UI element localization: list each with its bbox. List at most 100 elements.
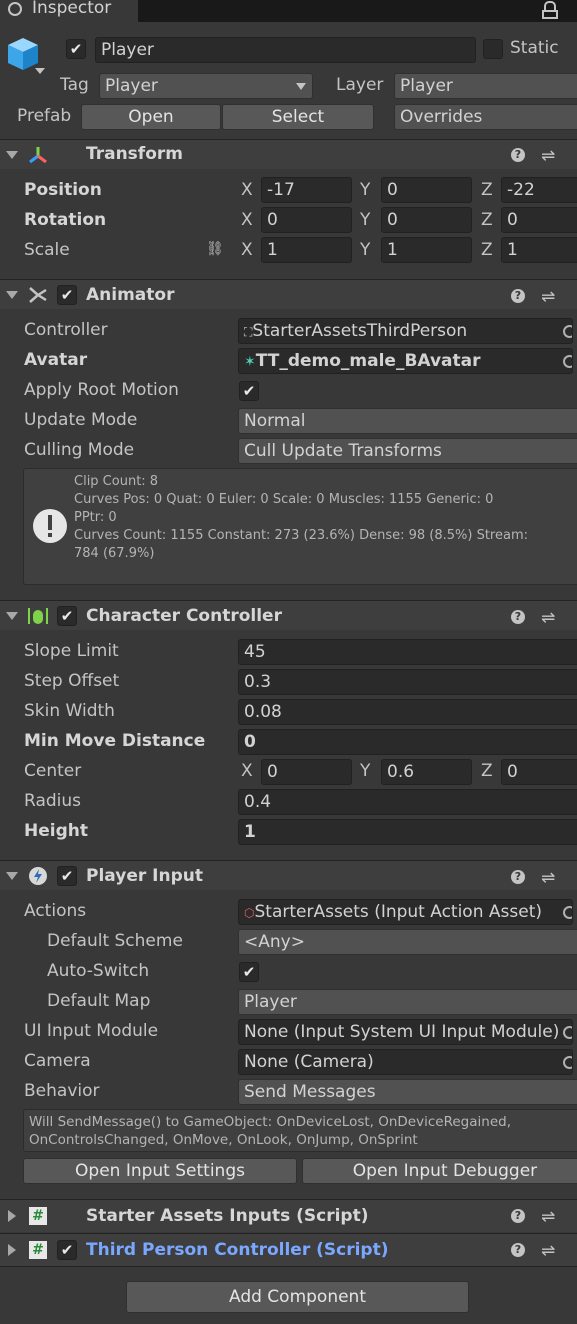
default-scheme-value: <Any> bbox=[244, 932, 305, 952]
center-y-field[interactable]: 0.6 bbox=[381, 759, 472, 785]
radius-field[interactable]: 0.4 bbox=[238, 789, 577, 815]
player-input-header[interactable]: ✔ Player Input ? ⇌ bbox=[0, 860, 577, 890]
prefab-open-button[interactable]: Open bbox=[81, 104, 221, 130]
position-x-axis: X bbox=[241, 180, 253, 200]
auto-switch-label: Auto-Switch bbox=[47, 961, 150, 981]
position-z-field[interactable]: -22 bbox=[501, 177, 577, 203]
position-y-field[interactable]: 0 bbox=[381, 177, 472, 203]
transform-axes-icon bbox=[29, 147, 47, 164]
help-icon[interactable]: ? bbox=[511, 610, 525, 624]
inspector-tab[interactable]: Inspector bbox=[0, 0, 139, 22]
add-component-button[interactable]: Add Component bbox=[126, 1281, 469, 1313]
animator-header[interactable]: ✔ Animator ? ⇌ bbox=[0, 279, 577, 309]
tag-dropdown[interactable]: Player bbox=[99, 73, 313, 99]
message-line: Will SendMessage() to GameObject: OnDevi… bbox=[29, 1114, 511, 1130]
culling-mode-dropdown[interactable]: Cull Update Transforms bbox=[238, 438, 577, 464]
slope-limit-field[interactable]: 45 bbox=[238, 639, 577, 665]
open-input-debugger-button[interactable]: Open Input Debugger bbox=[302, 1158, 577, 1184]
info-line: PPtr: 0 bbox=[74, 510, 117, 525]
settings-sliders-icon[interactable]: ⇌ bbox=[541, 287, 555, 307]
chevron-down-icon bbox=[296, 83, 306, 90]
behavior-dropdown[interactable]: Send Messages bbox=[238, 1079, 577, 1105]
foldout-arrow-icon[interactable] bbox=[8, 1244, 16, 1256]
foldout-arrow-icon[interactable] bbox=[6, 291, 18, 299]
scale-x-field[interactable]: 1 bbox=[261, 237, 352, 263]
prefab-label: Prefab bbox=[17, 106, 72, 126]
message-line: OnControlsChanged, OnMove, OnLook, OnJum… bbox=[29, 1132, 418, 1148]
constrain-proportions-icon[interactable]: ⛓ bbox=[206, 241, 224, 257]
avatar-field[interactable]: ✶TT_demo_male_BAvatar bbox=[238, 348, 573, 374]
min-move-distance-field[interactable]: 0 bbox=[238, 729, 577, 755]
third-person-controller-title: Third Person Controller (Script) bbox=[86, 1240, 389, 1260]
foldout-arrow-icon[interactable] bbox=[6, 872, 18, 880]
update-mode-dropdown[interactable]: Normal bbox=[238, 408, 577, 434]
camera-value: None (Camera) bbox=[244, 1052, 374, 1072]
foldout-arrow-icon[interactable] bbox=[6, 612, 18, 620]
prefab-select-button[interactable]: Select bbox=[222, 104, 374, 130]
help-icon[interactable]: ? bbox=[511, 1243, 525, 1257]
rotation-x-field[interactable]: 0 bbox=[261, 207, 352, 233]
transform-header[interactable]: Transform ? ⇌ bbox=[0, 139, 577, 169]
scale-z-field[interactable]: 1 bbox=[501, 237, 577, 263]
animator-info-box: Clip Count: 8 Curves Pos: 0 Quat: 0 Eule… bbox=[23, 468, 577, 585]
starter-assets-inputs-header[interactable]: # Starter Assets Inputs (Script) ? ⇌ bbox=[0, 1199, 577, 1232]
center-x-field[interactable]: 0 bbox=[261, 759, 352, 785]
object-picker-icon[interactable] bbox=[563, 1026, 572, 1039]
third-person-controller-enabled-checkbox[interactable]: ✔ bbox=[57, 1240, 77, 1260]
scale-label: Scale bbox=[24, 240, 70, 260]
actions-field[interactable]: ⬡StarterAssets (Input Action Asset) bbox=[238, 899, 573, 925]
character-controller-enabled-checkbox[interactable]: ✔ bbox=[57, 606, 77, 626]
default-map-value: Player bbox=[244, 992, 297, 1012]
min-move-distance-label: Min Move Distance bbox=[24, 731, 206, 751]
height-field[interactable]: 1 bbox=[238, 819, 577, 845]
object-picker-icon[interactable] bbox=[563, 325, 572, 338]
auto-switch-checkbox[interactable]: ✔ bbox=[239, 962, 259, 982]
static-checkbox[interactable] bbox=[483, 39, 503, 59]
third-person-controller-header[interactable]: # ✔ Third Person Controller (Script) ? ⇌ bbox=[0, 1233, 577, 1266]
help-icon[interactable]: ? bbox=[511, 1209, 525, 1223]
apply-root-motion-checkbox[interactable]: ✔ bbox=[239, 381, 259, 401]
help-icon[interactable]: ? bbox=[511, 289, 525, 303]
step-offset-field[interactable]: 0.3 bbox=[238, 669, 577, 695]
foldout-arrow-icon[interactable] bbox=[8, 1210, 16, 1222]
animator-title: Animator bbox=[86, 285, 175, 305]
object-name-field[interactable]: Player bbox=[95, 37, 476, 63]
position-x-field[interactable]: -17 bbox=[261, 177, 352, 203]
rotation-y-field[interactable]: 0 bbox=[381, 207, 472, 233]
scale-x-axis: X bbox=[241, 240, 253, 260]
position-z-axis: Z bbox=[481, 180, 493, 200]
tab-title: Inspector bbox=[32, 0, 112, 18]
player-input-enabled-checkbox[interactable]: ✔ bbox=[57, 866, 77, 886]
default-scheme-dropdown[interactable]: <Any> bbox=[238, 929, 577, 955]
object-picker-icon[interactable] bbox=[563, 355, 572, 368]
help-icon[interactable]: ? bbox=[511, 148, 525, 162]
icon-dropdown-caret[interactable] bbox=[35, 68, 45, 74]
prefab-overrides-dropdown[interactable]: Overrides bbox=[394, 104, 577, 130]
scale-y-field[interactable]: 1 bbox=[381, 237, 472, 263]
center-z-field[interactable]: 0 bbox=[501, 759, 577, 785]
settings-sliders-icon[interactable]: ⇌ bbox=[541, 608, 555, 628]
object-picker-icon[interactable] bbox=[563, 1056, 572, 1069]
center-x-axis: X bbox=[241, 761, 253, 781]
settings-sliders-icon[interactable]: ⇌ bbox=[541, 1241, 555, 1261]
object-picker-icon[interactable] bbox=[563, 906, 572, 919]
skin-width-field[interactable]: 0.08 bbox=[238, 699, 577, 725]
layer-dropdown[interactable]: Player bbox=[394, 73, 577, 99]
controller-field[interactable]: ⛶StarterAssetsThirdPerson bbox=[238, 318, 573, 344]
rotation-y-axis: Y bbox=[360, 210, 371, 230]
foldout-arrow-icon[interactable] bbox=[6, 151, 18, 159]
ui-input-module-field[interactable]: None (Input System UI Input Module) bbox=[238, 1019, 573, 1045]
character-controller-icon bbox=[28, 608, 48, 624]
character-controller-header[interactable]: ✔ Character Controller ? ⇌ bbox=[0, 600, 577, 630]
settings-sliders-icon[interactable]: ⇌ bbox=[541, 868, 555, 888]
camera-field[interactable]: None (Camera) bbox=[238, 1049, 573, 1075]
default-map-dropdown[interactable]: Player bbox=[238, 989, 577, 1015]
animator-enabled-checkbox[interactable]: ✔ bbox=[57, 285, 77, 305]
open-input-settings-button[interactable]: Open Input Settings bbox=[23, 1158, 297, 1184]
help-icon[interactable]: ? bbox=[511, 870, 525, 884]
script-icon: # bbox=[29, 1241, 47, 1259]
active-checkbox[interactable]: ✔ bbox=[66, 39, 86, 59]
settings-sliders-icon[interactable]: ⇌ bbox=[541, 1207, 555, 1227]
rotation-z-field[interactable]: 0 bbox=[501, 207, 577, 233]
settings-sliders-icon[interactable]: ⇌ bbox=[541, 146, 555, 166]
